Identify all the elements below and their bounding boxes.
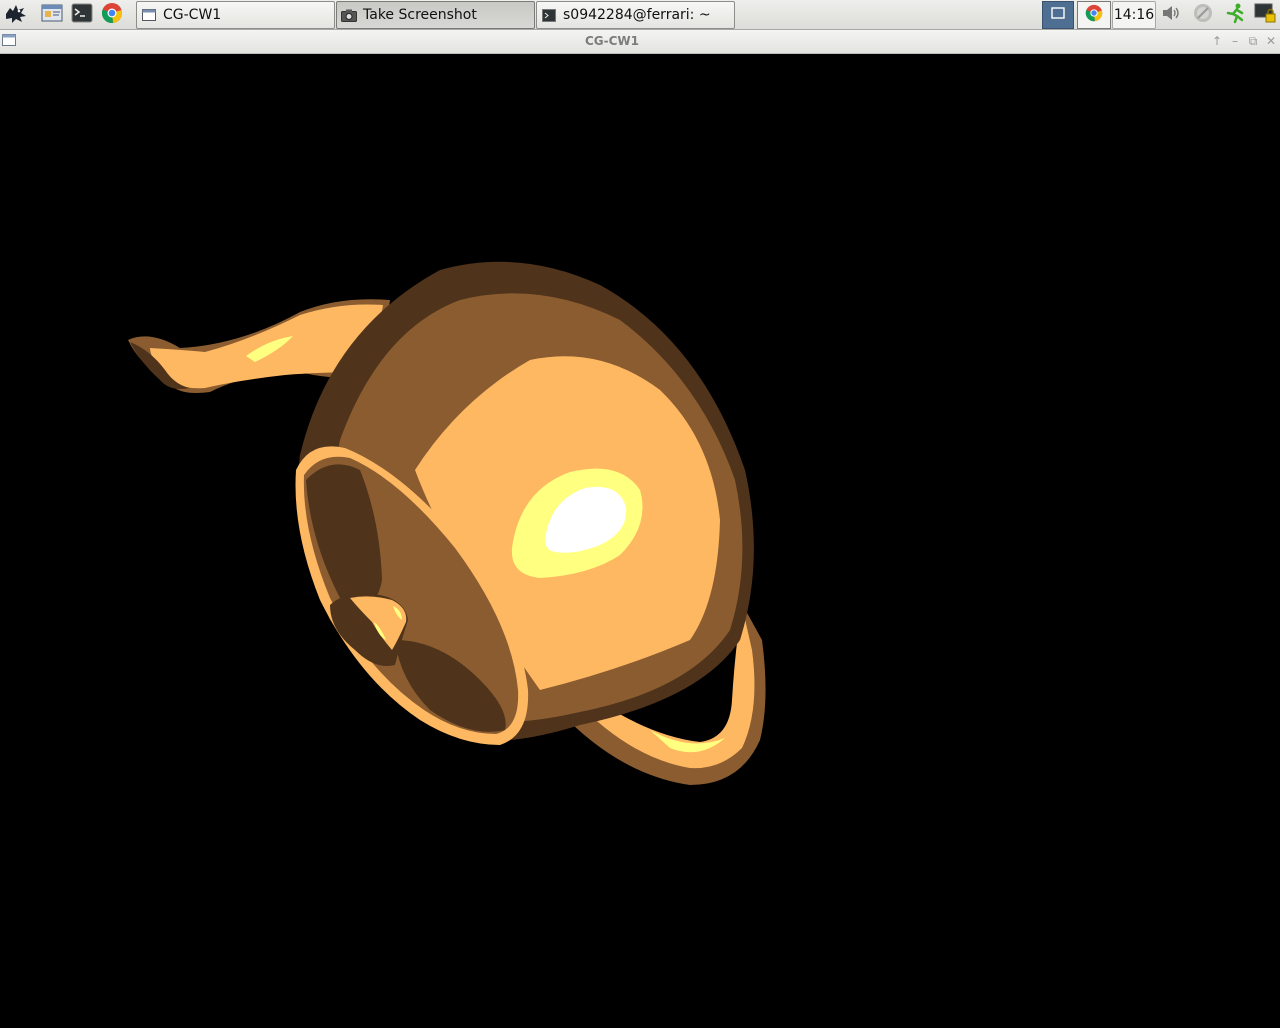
terminal-launcher[interactable] — [69, 2, 95, 28]
chrome-icon — [101, 2, 123, 28]
teapot-render — [128, 261, 766, 785]
window-titlebar[interactable]: CG-CW1 ↑ – ⧉ ✕ — [0, 30, 1280, 54]
chrome-launcher[interactable] — [99, 2, 125, 28]
xfce-menu-button[interactable] — [3, 2, 29, 28]
task-label: CG-CW1 — [163, 7, 222, 23]
camera-icon — [341, 7, 357, 23]
close-icon[interactable]: ✕ — [1264, 34, 1278, 48]
task-label: Take Screenshot — [363, 7, 477, 23]
minimize-icon[interactable]: – — [1228, 34, 1242, 48]
file-manager-icon — [41, 3, 63, 27]
volume-control[interactable] — [1158, 2, 1184, 28]
task-button-terminal[interactable]: s0942284@ferrari: ~ — [536, 1, 735, 29]
tray-chrome[interactable] — [1077, 1, 1111, 29]
network-status[interactable] — [1190, 2, 1216, 28]
up-arrow-icon[interactable]: ↑ — [1210, 34, 1224, 48]
window-icon — [141, 7, 157, 23]
run-applet[interactable] — [1222, 2, 1248, 28]
file-manager-launcher[interactable] — [39, 2, 65, 28]
lock-screen-button[interactable] — [1252, 2, 1278, 28]
clock[interactable]: 14:16 — [1112, 1, 1156, 29]
terminal-icon — [71, 3, 93, 27]
window-title: CG-CW1 — [584, 34, 640, 48]
running-man-icon — [1224, 2, 1246, 28]
task-button-cg-cw1[interactable]: CG-CW1 — [136, 1, 335, 29]
volume-icon — [1160, 3, 1182, 27]
render-canvas[interactable] — [0, 54, 1280, 1024]
xfce-mouse-menu-icon — [4, 2, 28, 28]
workspace-switcher[interactable] — [1042, 1, 1074, 29]
workspace-switcher-icon — [1051, 7, 1065, 23]
terminal-icon — [541, 7, 557, 23]
lock-screen-icon — [1253, 1, 1277, 29]
maximize-icon[interactable]: ⧉ — [1246, 34, 1260, 48]
chrome-icon — [1085, 4, 1103, 26]
top-panel: CG-CW1 Take Screenshot s0942284@ferrari:… — [0, 0, 1280, 30]
teapot-lid-knob — [330, 593, 408, 666]
network-icon — [1192, 2, 1214, 28]
task-button-take-screenshot[interactable]: Take Screenshot — [336, 1, 535, 29]
task-label: s0942284@ferrari: ~ — [563, 7, 711, 23]
